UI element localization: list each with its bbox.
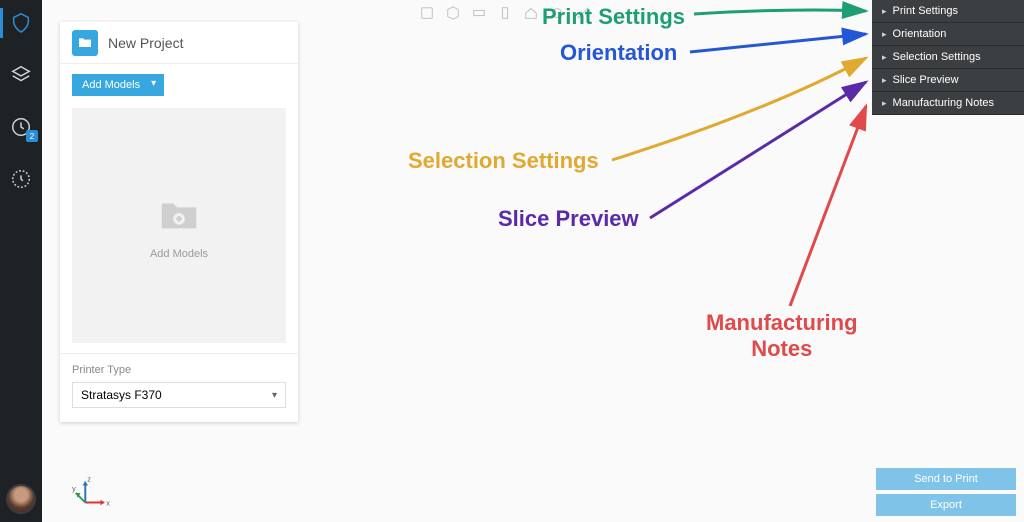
project-title: New Project	[108, 35, 183, 51]
printer-type-select[interactable]: Stratasys F370	[72, 382, 286, 408]
project-header: New Project	[60, 22, 298, 64]
export-button[interactable]: Export	[876, 494, 1016, 516]
rail-history-icon[interactable]	[0, 162, 42, 196]
annotation-print-settings: Print Settings	[542, 4, 685, 30]
printer-type-value: Stratasys F370	[81, 388, 162, 402]
accordion-slice-preview[interactable]: Slice Preview	[872, 69, 1024, 92]
accordion-label: Manufacturing Notes	[893, 97, 995, 109]
axis-z-label: z	[87, 475, 91, 484]
axes-gizmo: x z y	[72, 474, 110, 512]
printer-section: Printer Type Stratasys F370	[60, 353, 298, 422]
send-to-print-button[interactable]: Send to Print	[876, 468, 1016, 490]
axis-y-label: y	[72, 484, 76, 493]
printer-type-label: Printer Type	[72, 364, 286, 376]
annotation-manufacturing-notes: Manufacturing Notes	[706, 310, 858, 362]
annotation-selection-settings: Selection Settings	[408, 148, 599, 174]
annotation-slice-preview: Slice Preview	[498, 206, 639, 232]
axis-x-label: x	[106, 498, 110, 507]
right-buttons: Send to Print Export	[876, 468, 1016, 516]
accordion-manufacturing-notes[interactable]: Manufacturing Notes	[872, 92, 1024, 115]
view-top-icon[interactable]	[470, 4, 488, 22]
accordion-label: Print Settings	[893, 5, 958, 17]
right-accordion: Print Settings Orientation Selection Set…	[872, 0, 1024, 115]
model-drop-area[interactable]: Add Models	[72, 108, 286, 343]
view-side-icon[interactable]	[496, 4, 514, 22]
accordion-label: Selection Settings	[893, 51, 981, 63]
add-models-icon	[152, 192, 206, 238]
model-drop-text: Add Models	[150, 248, 208, 260]
rail-queue-icon[interactable]: 2	[0, 110, 42, 144]
accordion-label: Slice Preview	[893, 74, 959, 86]
view-front-icon[interactable]	[418, 4, 436, 22]
accordion-selection-settings[interactable]: Selection Settings	[872, 46, 1024, 69]
folder-icon	[72, 30, 98, 56]
accordion-label: Orientation	[893, 28, 947, 40]
rail-project-icon[interactable]	[0, 6, 42, 40]
queue-badge: 2	[26, 130, 38, 142]
project-panel: New Project Add Models Add Models Printe…	[60, 22, 298, 422]
add-models-button[interactable]: Add Models	[72, 74, 164, 96]
accordion-orientation[interactable]: Orientation	[872, 23, 1024, 46]
left-rail: 2	[0, 0, 42, 522]
rail-layers-icon[interactable]	[0, 58, 42, 92]
annotation-orientation: Orientation	[560, 40, 677, 66]
accordion-print-settings[interactable]: Print Settings	[872, 0, 1024, 23]
view-iso-icon[interactable]	[444, 4, 462, 22]
avatar[interactable]	[6, 484, 36, 514]
view-home-icon[interactable]	[522, 4, 540, 22]
